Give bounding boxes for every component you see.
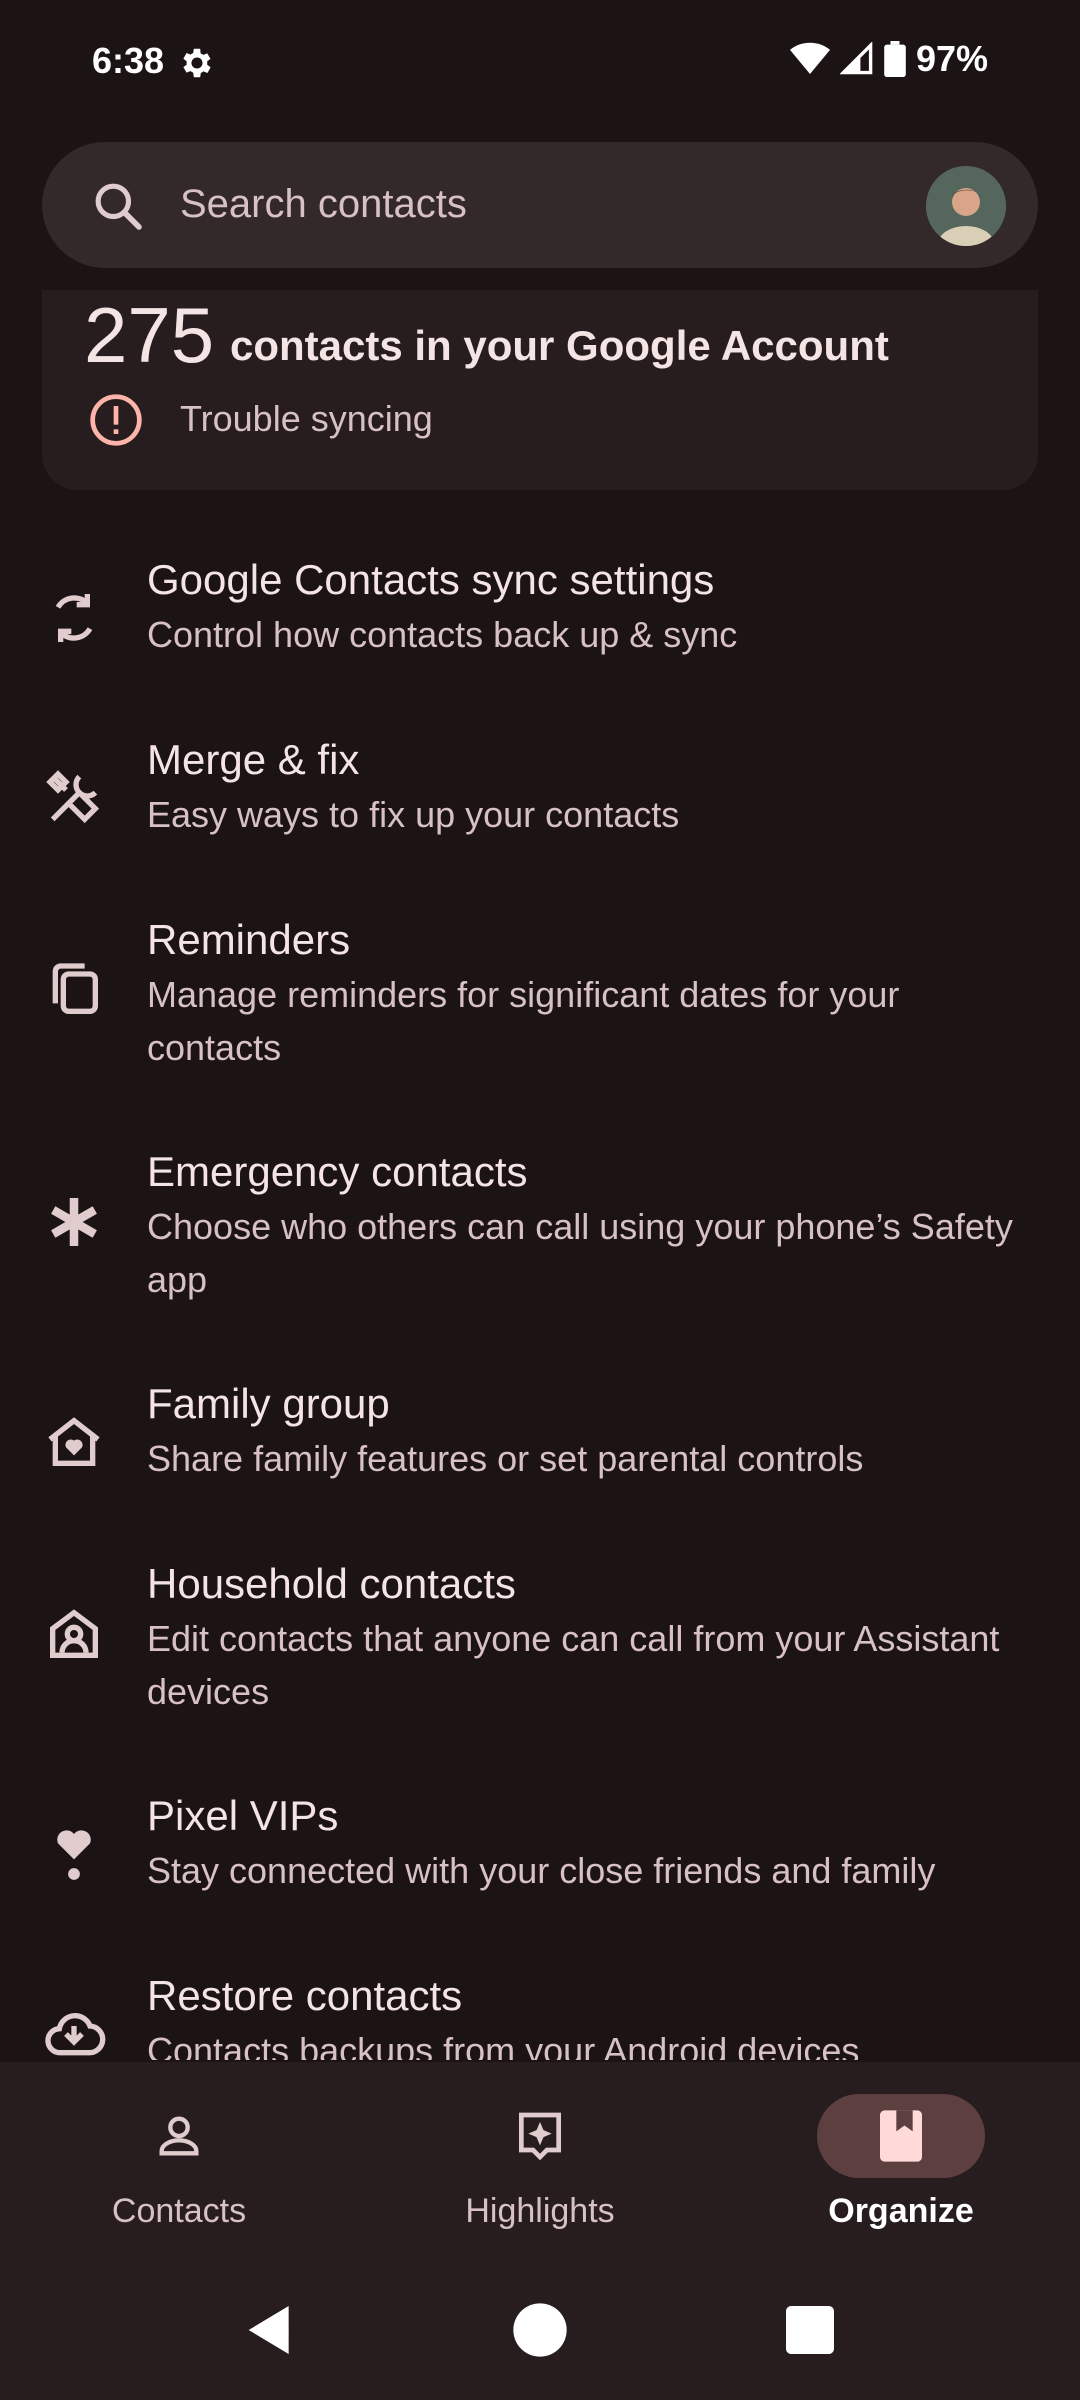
warning-icon <box>90 394 142 446</box>
tab-label: Organize <box>828 2192 974 2230</box>
asterisk-icon <box>51 1198 97 1246</box>
cloud-restore-icon <box>45 2013 106 2056</box>
contacts-count-label: contacts in your Google Account <box>230 322 889 369</box>
item-title: Pixel VIPs <box>147 1792 339 1839</box>
search-placeholder[interactable]: Search contacts <box>180 182 467 227</box>
item-subtitle: Easy ways to fix up your contacts <box>147 794 680 835</box>
list-item-reminders[interactable]: Reminders Manage reminders for significa… <box>0 916 1080 1096</box>
item-subtitle: Control how contacts back up & sync <box>147 614 738 655</box>
gear-icon <box>183 48 211 78</box>
bottom-navigation: Contacts Highlights Organize <box>0 2062 1080 2262</box>
battery-percent: 97% <box>915 38 988 79</box>
item-title: Household contacts <box>147 1560 516 1607</box>
item-title: Reminders <box>147 916 351 963</box>
tab-label: Highlights <box>465 2192 615 2230</box>
account-avatar[interactable] <box>926 166 1006 246</box>
family-home-icon <box>48 1417 100 1466</box>
contacts-count: 275 <box>84 291 215 379</box>
home-icon[interactable] <box>508 2298 572 2362</box>
list-item-household-contacts[interactable]: Household contacts Edit contacts that an… <box>0 1560 1080 1740</box>
item-title: Emergency contacts <box>147 1148 528 1195</box>
account-summary-card[interactable]: 275 contacts in your Google Account Trou… <box>42 290 1038 490</box>
tools-icon <box>46 770 100 824</box>
wifi-icon <box>789 42 830 74</box>
organize-list: Google Contacts sync settings Control ho… <box>0 520 1080 2060</box>
item-title: Merge & fix <box>147 736 360 783</box>
search-bar[interactable]: Search contacts <box>42 142 1038 268</box>
item-title: Google Contacts sync settings <box>147 556 715 603</box>
list-item-merge-fix[interactable]: Merge & fix Easy ways to fix up your con… <box>0 736 1080 886</box>
item-subtitle: Stay connected with your close friends a… <box>147 1850 936 1891</box>
status-bar: 6:38 97% <box>0 0 1080 122</box>
item-subtitle: Edit contacts that anyone can call from … <box>147 1618 1000 1712</box>
sync-status: Trouble syncing <box>180 398 433 439</box>
item-subtitle: Choose who others can call using your ph… <box>147 1206 1013 1300</box>
item-subtitle: Share family features or set parental co… <box>147 1438 864 1479</box>
person-icon <box>159 2116 199 2156</box>
list-item-emergency-contacts[interactable]: Emergency contacts Choose who others can… <box>0 1148 1080 1328</box>
household-icon <box>50 1609 98 1658</box>
item-title: Family group <box>147 1380 390 1427</box>
signal-icon <box>839 42 873 75</box>
search-icon <box>95 183 142 230</box>
tab-contacts-pill <box>95 2094 263 2178</box>
list-item-family-group[interactable]: Family group Share family features or se… <box>0 1380 1080 1530</box>
reminders-icon <box>52 963 98 1014</box>
tab-label: Contacts <box>111 2192 247 2230</box>
vip-heart-icon <box>57 1830 91 1880</box>
sync-icon <box>55 594 93 642</box>
list-item-restore-contacts[interactable]: Restore contacts Contacts backups from y… <box>0 1972 1080 2060</box>
back-icon[interactable] <box>238 2298 302 2362</box>
tab-organize-pill <box>817 2094 985 2178</box>
item-title: Restore contacts <box>147 1972 463 2019</box>
tab-highlights-pill <box>456 2094 624 2178</box>
list-item-sync-settings[interactable]: Google Contacts sync settings Control ho… <box>0 556 1080 706</box>
item-subtitle: Manage reminders for significant dates f… <box>147 974 900 1068</box>
list-item-pixel-vips[interactable]: Pixel VIPs Stay connected with your clos… <box>0 1792 1080 1942</box>
system-navigation-bar <box>0 2262 1080 2400</box>
recents-icon[interactable] <box>778 2298 842 2362</box>
battery-icon <box>884 41 906 77</box>
item-subtitle: Contacts backups from your Android devic… <box>147 2030 860 2060</box>
highlights-icon <box>519 2112 561 2161</box>
tab-organize[interactable]: Organize <box>791 2094 1011 2231</box>
bookmark-icon <box>880 2110 922 2162</box>
avatar-image <box>926 166 1006 246</box>
status-time: 6:38 <box>92 40 165 81</box>
tab-highlights[interactable]: Highlights <box>430 2094 650 2231</box>
tab-contacts[interactable]: Contacts <box>69 2094 289 2231</box>
